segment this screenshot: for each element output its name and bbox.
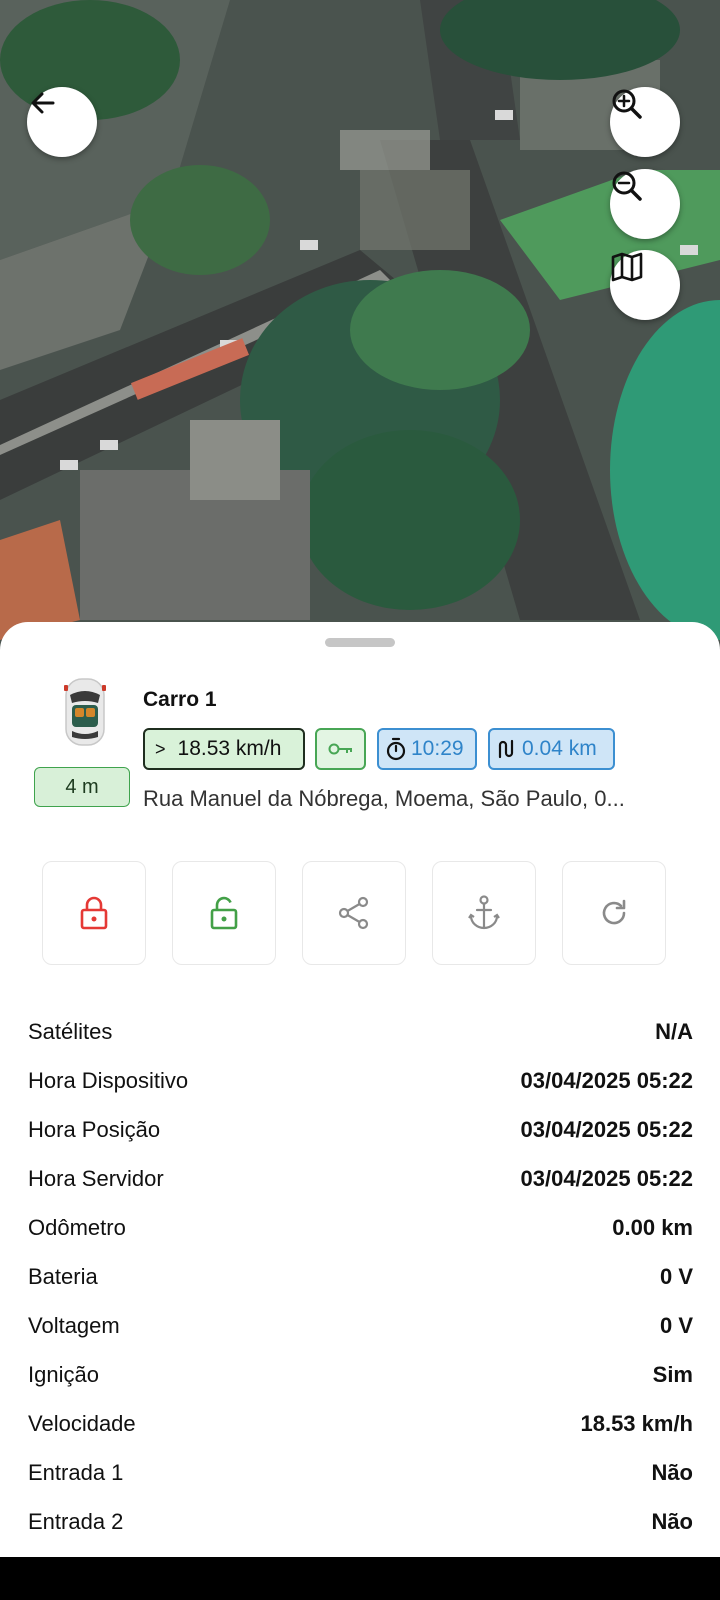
info-row-satellites: Satélites N/A [28,1007,693,1056]
info-label: Bateria [28,1263,98,1289]
arrow-left-icon [31,92,55,114]
info-value: 0 V [659,1263,693,1289]
info-value: Não [651,1508,693,1534]
distance-chip: 0.04 km [488,728,615,770]
info-label: Odômetro [28,1214,126,1240]
speed-chip: > 18.53 km/h [143,728,305,770]
key-icon [328,743,352,755]
info-row-speed: Velocidade 18.53 km/h [28,1399,693,1448]
anchor-button[interactable] [432,861,536,965]
car-icon [64,678,106,746]
ignition-chip [315,728,366,770]
info-label: Entrada 1 [28,1459,124,1485]
zoom-in-button[interactable] [610,87,680,157]
stopwatch-icon [386,737,406,761]
info-value: 03/04/2025 05:22 [520,1067,694,1093]
zoom-in-icon [612,89,642,119]
info-row-position-time: Hora Posição 03/04/2025 05:22 [28,1105,693,1154]
drag-handle[interactable] [325,638,395,647]
info-value: 18.53 km/h [580,1410,693,1436]
lock-icon [80,896,108,930]
info-label: Entrada 2 [28,1508,124,1534]
share-button[interactable] [302,861,406,965]
info-label: Satélites [28,1018,113,1044]
map-icon [611,252,643,282]
anchor-icon [468,895,500,930]
chevron-right-icon: > [155,738,166,759]
distance-value: 0.04 km [522,737,597,760]
info-label: Hora Servidor [28,1165,164,1191]
info-row-odometer: Odômetro 0.00 km [28,1203,693,1252]
speed-value: 18.53 km/h [177,737,282,760]
system-navigation-bar [0,1557,720,1600]
info-label: Voltagem [28,1312,120,1338]
info-value: Não [651,1459,693,1485]
satellite-map[interactable] [0,0,720,660]
info-row-voltage: Voltagem 0 V [28,1301,693,1350]
duration-chip: 10:29 [377,728,477,770]
info-value: 03/04/2025 05:22 [520,1116,694,1142]
info-row-ignition: Ignição Sim [28,1350,693,1399]
zoom-out-icon [612,171,642,201]
route-icon [498,739,514,759]
info-label: Hora Dispositivo [28,1067,189,1093]
info-row-input-1: Entrada 1 Não [28,1448,693,1497]
vehicle-details-sheet: 4 m Carro 1 > 18.53 km/h 10:29 0.04 km R… [0,622,720,1557]
back-button[interactable] [27,87,97,157]
info-row-device-time: Hora Dispositivo 03/04/2025 05:22 [28,1056,693,1105]
vehicle-attributes-list: Satélites N/A Hora Dispositivo 03/04/2025 … [28,1007,693,1546]
info-row-input-2: Entrada 2 Não [28,1497,693,1546]
action-buttons [42,861,682,965]
unlock-icon [210,896,238,930]
refresh-button[interactable] [562,861,666,965]
info-row-server-time: Hora Servidor 03/04/2025 05:22 [28,1154,693,1203]
lock-button[interactable] [42,861,146,965]
info-label: Hora Posição [28,1116,161,1142]
info-value: 0 V [659,1312,693,1338]
vehicle-address: Rua Manuel da Nóbrega, Moema, São Paulo,… [143,786,625,811]
info-label: Ignição [28,1361,99,1387]
info-value: 0.00 km [612,1214,693,1240]
map-layers-button[interactable] [610,250,680,320]
info-value: 03/04/2025 05:22 [520,1165,694,1191]
info-value: Sim [652,1361,693,1387]
last-update-age-badge: 4 m [34,767,130,807]
unlock-button[interactable] [172,861,276,965]
duration-value: 10:29 [411,737,464,760]
refresh-icon [602,899,626,925]
info-value: N/A [655,1018,693,1044]
info-row-battery: Bateria 0 V [28,1252,693,1301]
zoom-out-button[interactable] [610,169,680,239]
share-icon [338,896,369,930]
info-label: Velocidade [28,1410,136,1436]
vehicle-name: Carro 1 [143,688,217,711]
